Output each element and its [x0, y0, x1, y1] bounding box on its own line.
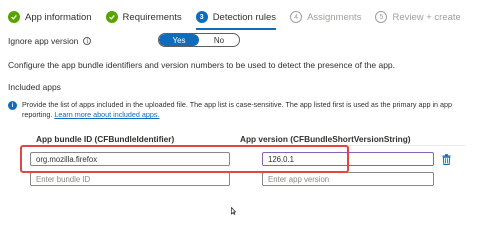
info-icon[interactable]: i: [83, 37, 92, 45]
new-app-version-input[interactable]: Enter app version: [262, 172, 434, 186]
step-label: Review + create: [392, 11, 461, 23]
step-label: Requirements: [122, 11, 182, 23]
step-assignments[interactable]: 4 Assignments: [290, 6, 361, 28]
step-number-icon: 4: [290, 11, 303, 23]
step-number-icon: 3: [195, 11, 208, 23]
included-apps-title: Included apps: [8, 82, 61, 92]
detection-description: Configure the app bundle identifiers and…: [8, 60, 396, 70]
ignore-version-row: Ignore app version i: [8, 34, 92, 48]
step-label: Assignments: [307, 11, 362, 23]
wizard-steps: App information Requirements 3 Detection…: [8, 6, 480, 30]
check-icon: [105, 11, 118, 23]
step-app-information[interactable]: App information: [8, 6, 92, 28]
step-review-create[interactable]: 5 Review + create: [375, 6, 461, 28]
step-requirements[interactable]: Requirements: [105, 6, 182, 28]
step-label: Detection rules: [212, 11, 277, 23]
ignore-version-label: Ignore app version: [8, 36, 79, 46]
toggle-yes-option[interactable]: Yes: [159, 34, 199, 46]
ignore-version-toggle[interactable]: Yes No: [158, 33, 240, 47]
step-label: App information: [25, 11, 92, 23]
bundle-id-input[interactable]: org.mozilla.firefox: [30, 152, 230, 166]
column-header-app-version: App version (CFBundleShortVersionString): [240, 134, 411, 144]
new-bundle-id-input[interactable]: Enter bundle ID: [30, 172, 230, 186]
toggle-no-option[interactable]: No: [199, 34, 239, 46]
column-header-bundle-id: App bundle ID (CFBundleIdentifier): [36, 134, 175, 144]
delete-row-icon[interactable]: [441, 153, 452, 165]
included-apps-note: i Provide the list of apps included in t…: [8, 100, 468, 120]
header-divider: [30, 145, 466, 146]
check-icon: [8, 11, 20, 23]
learn-more-link[interactable]: Learn more about included apps.: [54, 110, 159, 119]
app-version-input[interactable]: 126.0.1: [262, 152, 434, 166]
info-filled-icon: i: [8, 101, 17, 110]
step-number-icon: 5: [375, 11, 388, 23]
mouse-cursor-icon: [231, 206, 237, 215]
step-detection-rules[interactable]: 3 Detection rules: [195, 6, 277, 30]
